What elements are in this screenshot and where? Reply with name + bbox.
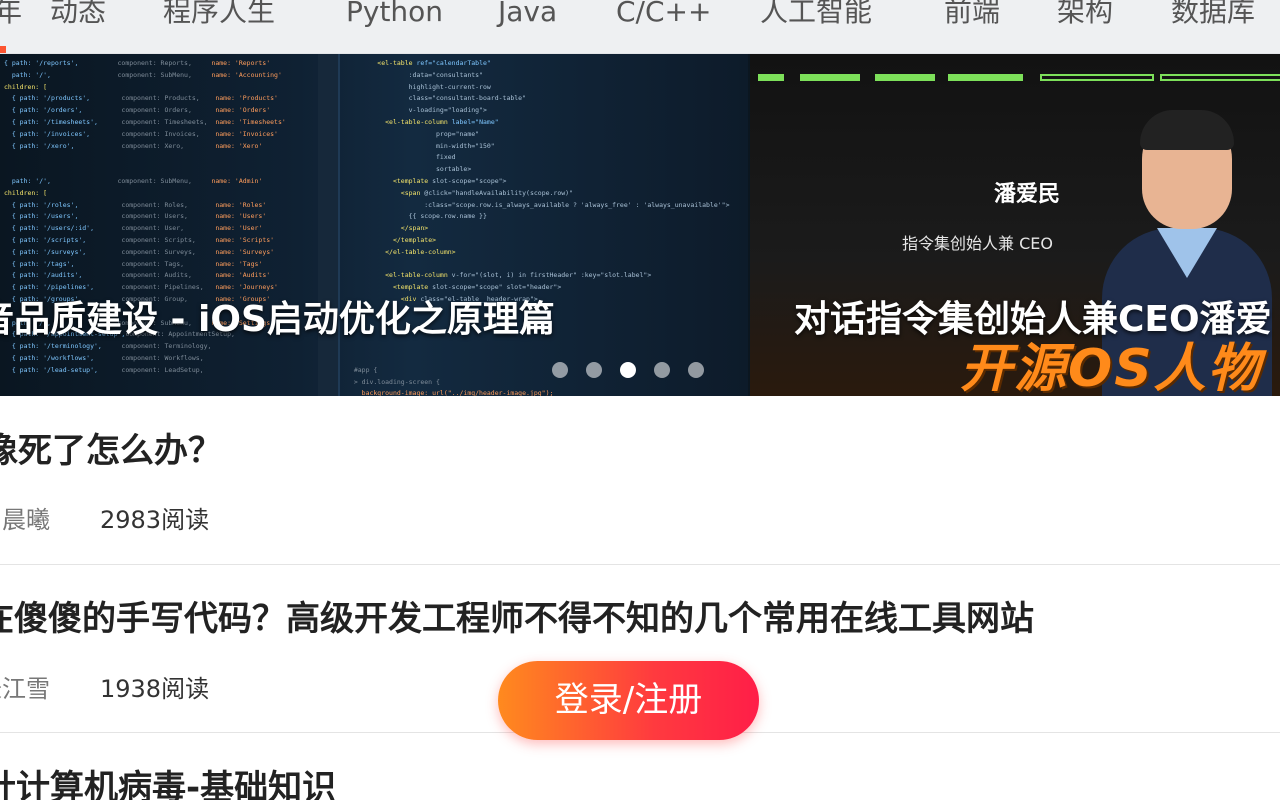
nav-item-dynamic[interactable]: 动态 — [50, 0, 106, 32]
banner-carousel[interactable]: { path: '/reports', component: Reports, … — [0, 54, 1280, 396]
carousel-dot[interactable] — [586, 362, 602, 378]
active-tab-indicator — [0, 46, 6, 53]
top-category-nav: 年 动态 程序人生 Python Java C/C++ 人工智能 前端 架构 数… — [0, 0, 1280, 54]
speaker-role: 指令集创始人兼 CEO — [902, 234, 1053, 253]
carousel-dot[interactable] — [688, 362, 704, 378]
article-author[interactable]: 长江雪 — [0, 669, 50, 704]
article-read-count: 1938阅读 — [100, 675, 210, 703]
code-screenshot-right: <el-table ref="calendarTable" :data="con… — [346, 59, 730, 396]
article-item[interactable]: 针计算机病毒-基础知识 — [0, 733, 1280, 800]
nav-item-ai[interactable]: 人工智能 — [760, 0, 872, 32]
banner-slide-title[interactable]: 对话指令集创始人兼CEO潘爱 — [794, 298, 1272, 342]
nav-item-cpp[interactable]: C/C++ — [616, 0, 711, 32]
decorative-bars — [750, 74, 1280, 82]
article-title[interactable]: 像死了怎么办？ — [0, 430, 222, 472]
editor-gutter — [318, 54, 338, 396]
nav-item-year[interactable]: 年 — [0, 0, 22, 32]
banner-slide-title[interactable]: 音品质建设 - iOS启动优化之原理篇 — [0, 298, 555, 342]
editor-divider — [338, 54, 340, 396]
article-read-count: 2983阅读 — [100, 506, 210, 534]
nav-item-python[interactable]: Python — [346, 0, 443, 32]
banner-slide-interview[interactable]: 潘爱民 指令集创始人兼 CEO 开源OS人物 对话指令集创始人兼CEO潘爱 — [750, 54, 1280, 396]
nav-item-programmer-life[interactable]: 程序人生 — [163, 0, 275, 32]
article-title[interactable]: 针计算机病毒-基础知识 — [0, 767, 336, 800]
login-register-button[interactable]: 登录/注册 — [498, 661, 759, 740]
nav-item-java[interactable]: Java — [498, 0, 557, 32]
article-author[interactable]: 与晨曦 — [0, 500, 50, 535]
article-item[interactable]: 像死了怎么办？ 与晨曦 2983阅读 — [0, 396, 1280, 564]
carousel-dot[interactable] — [654, 362, 670, 378]
banner-slide-ios[interactable]: { path: '/reports', component: Reports, … — [0, 54, 748, 396]
article-title[interactable]: 在傻傻的手写代码？高级开发工程师不得不知的几个常用在线工具网站 — [0, 598, 1034, 640]
carousel-dot-active[interactable] — [620, 362, 636, 378]
nav-item-frontend[interactable]: 前端 — [944, 0, 1000, 32]
nav-item-database[interactable]: 数据库 — [1171, 0, 1255, 32]
nav-item-architecture[interactable]: 架构 — [1057, 0, 1113, 32]
speaker-name: 潘爱民 — [994, 182, 1061, 207]
carousel-dot[interactable] — [552, 362, 568, 378]
